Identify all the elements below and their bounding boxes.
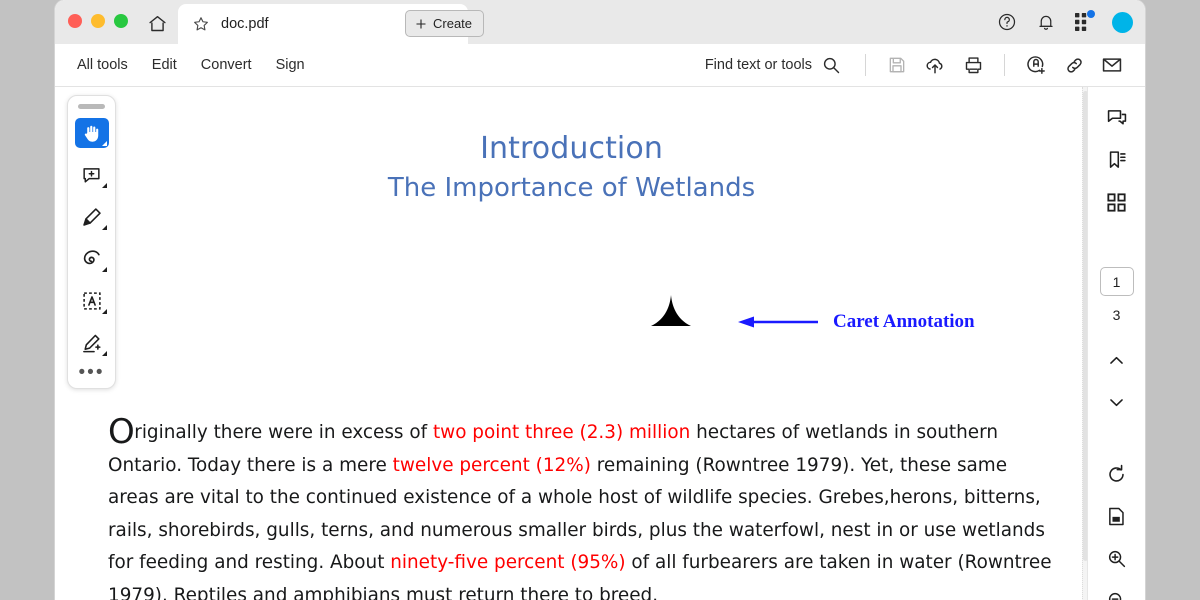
signature-tool[interactable]	[75, 328, 109, 358]
fit-page-icon[interactable]	[1088, 495, 1145, 537]
document-paragraph: Originally there were in excess of two p…	[108, 415, 1063, 600]
menu-item-convert[interactable]: Convert	[189, 53, 264, 77]
highlight-pen-tool[interactable]	[75, 202, 109, 232]
caret-annotation-label: Caret Annotation	[833, 311, 975, 332]
minimize-window-button[interactable]	[91, 14, 105, 28]
create-button[interactable]: Create	[405, 10, 485, 37]
paragraph-segment: riginally there were in excess of	[134, 422, 433, 443]
find-text-or-tools[interactable]: Find text or tools	[705, 55, 841, 75]
tool-options-caret[interactable]	[101, 183, 107, 188]
caret-insert-mark[interactable]	[645, 295, 697, 329]
home-icon[interactable]	[144, 10, 170, 36]
highlighted-text: twelve percent (12%)	[392, 454, 591, 476]
bell-icon[interactable]	[1036, 12, 1056, 32]
drag-handle[interactable]	[78, 104, 105, 109]
bookmarks-panel-icon[interactable]	[1088, 139, 1145, 181]
find-label: Find text or tools	[704, 57, 812, 73]
toolbar-actions: Find text or tools	[705, 44, 1131, 86]
highlighted-text: two point three (2.3) million	[432, 422, 691, 443]
current-page-input[interactable]: 1	[1099, 267, 1134, 296]
titlebar-right-icons	[997, 0, 1133, 44]
page-thumbnails-icon[interactable]	[1088, 181, 1145, 223]
tool-options-caret[interactable]	[101, 351, 107, 356]
menu-item-sign[interactable]: Sign	[264, 53, 317, 77]
hand-tool[interactable]	[74, 118, 109, 148]
email-icon[interactable]	[1093, 50, 1131, 80]
total-pages-label: 3	[1112, 307, 1121, 323]
page-subtitle: The Importance of Wetlands	[387, 173, 756, 203]
star-icon[interactable]	[192, 15, 210, 33]
zoom-in-icon[interactable]	[1088, 537, 1145, 579]
freehand-lasso-tool[interactable]	[75, 244, 109, 274]
highlighted-text: ninety-five percent (95%)	[390, 552, 626, 573]
toolbar-divider-1	[865, 54, 866, 76]
more-tools-button[interactable]: •••	[79, 363, 105, 382]
help-circle-icon[interactable]	[997, 12, 1017, 32]
save-icon[interactable]	[878, 50, 916, 80]
add-comment-tool[interactable]	[75, 160, 109, 190]
page-title: Introduction	[480, 131, 663, 166]
maximize-window-button[interactable]	[114, 14, 128, 28]
close-window-button[interactable]	[68, 14, 82, 28]
search-icon[interactable]	[821, 55, 841, 75]
menu-items: All tools Edit Convert Sign	[65, 44, 317, 86]
pdf-reader-window: doc.pdf Create All tools Edit Convert Si…	[55, 0, 1145, 600]
apps-grid-icon[interactable]	[1075, 10, 1095, 31]
pdf-page[interactable]: Introduction The Importance of Wetlands …	[55, 87, 1088, 600]
text-select-tool[interactable]	[75, 286, 109, 316]
tool-options-caret[interactable]	[101, 141, 107, 146]
link-icon[interactable]	[1055, 50, 1093, 80]
chevron-down-icon[interactable]	[1088, 381, 1145, 423]
create-button-label: Create	[433, 16, 473, 31]
annotation-toolbar: •••	[67, 95, 116, 389]
left-arrow	[738, 315, 818, 328]
print-icon[interactable]	[954, 50, 992, 80]
tool-options-caret[interactable]	[101, 309, 107, 314]
apps-notification-dot	[1087, 10, 1095, 18]
tool-options-caret[interactable]	[101, 267, 107, 272]
title-bar: doc.pdf Create	[55, 0, 1145, 44]
menu-bar: All tools Edit Convert Sign Find text or…	[55, 44, 1145, 87]
avatar[interactable]	[1112, 11, 1133, 33]
comments-panel-icon[interactable]	[1088, 97, 1145, 139]
plus-icon	[414, 17, 428, 31]
window-controls	[68, 14, 128, 28]
cloud-upload-icon[interactable]	[916, 50, 954, 80]
paragraph-dropcap: O	[108, 412, 135, 452]
chevron-up-icon[interactable]	[1088, 339, 1145, 381]
main-content: Introduction The Importance of Wetlands …	[55, 87, 1145, 600]
menu-item-all-tools[interactable]: All tools	[65, 53, 140, 77]
tool-options-caret[interactable]	[101, 225, 107, 230]
toolbar-divider-2	[1004, 54, 1005, 76]
menu-item-edit[interactable]: Edit	[140, 53, 189, 77]
rotate-icon[interactable]	[1088, 453, 1145, 495]
add-stamp-icon[interactable]	[1017, 50, 1055, 80]
zoom-out-icon[interactable]	[1088, 579, 1145, 600]
right-sidebar: 1 3	[1087, 87, 1145, 600]
